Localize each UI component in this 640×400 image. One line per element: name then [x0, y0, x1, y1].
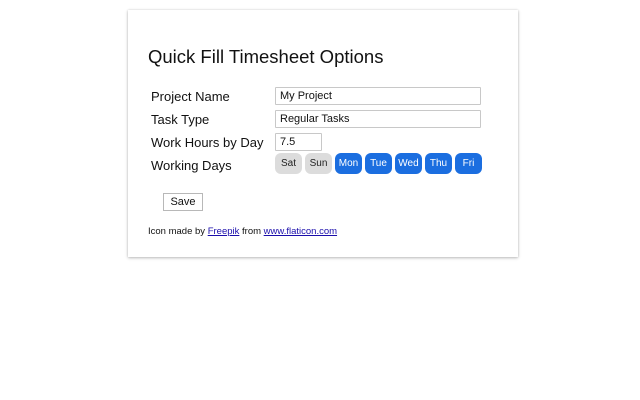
day-toggle-fri[interactable]: Fri	[455, 153, 482, 174]
credit-prefix: Icon made by	[148, 226, 206, 237]
freepik-link[interactable]: Freepik	[208, 226, 240, 237]
project-name-row: Project Name	[151, 87, 491, 107]
day-toggle-wed[interactable]: Wed	[395, 153, 422, 174]
day-toggle-tue[interactable]: Tue	[365, 153, 392, 174]
page-title: Quick Fill Timesheet Options	[148, 46, 384, 67]
day-toggle-mon[interactable]: Mon	[335, 153, 362, 174]
working-days-toggle-group: Sat Sun Mon Tue Wed Thu Fri	[275, 153, 482, 174]
project-name-input[interactable]	[275, 87, 481, 105]
work-hours-label: Work Hours by Day	[151, 135, 264, 150]
day-toggle-sat[interactable]: Sat	[275, 153, 302, 174]
working-days-row: Working Days Sat Sun Mon Tue Wed Thu Fri	[151, 153, 491, 176]
project-name-label: Project Name	[151, 89, 230, 104]
flaticon-link[interactable]: www.flaticon.com	[264, 226, 337, 237]
day-toggle-sun[interactable]: Sun	[305, 153, 332, 174]
icon-credit: Icon made by Freepik from www.flaticon.c…	[148, 226, 337, 237]
options-card: Quick Fill Timesheet Options Project Nam…	[128, 10, 518, 257]
work-hours-row: Work Hours by Day	[151, 133, 491, 153]
task-type-row: Task Type	[151, 110, 491, 130]
task-type-input[interactable]	[275, 110, 481, 128]
save-button[interactable]: Save	[163, 193, 203, 211]
work-hours-input[interactable]	[275, 133, 322, 151]
task-type-label: Task Type	[151, 112, 210, 127]
working-days-label: Working Days	[151, 158, 232, 173]
credit-middle: from	[242, 226, 262, 237]
day-toggle-thu[interactable]: Thu	[425, 153, 452, 174]
